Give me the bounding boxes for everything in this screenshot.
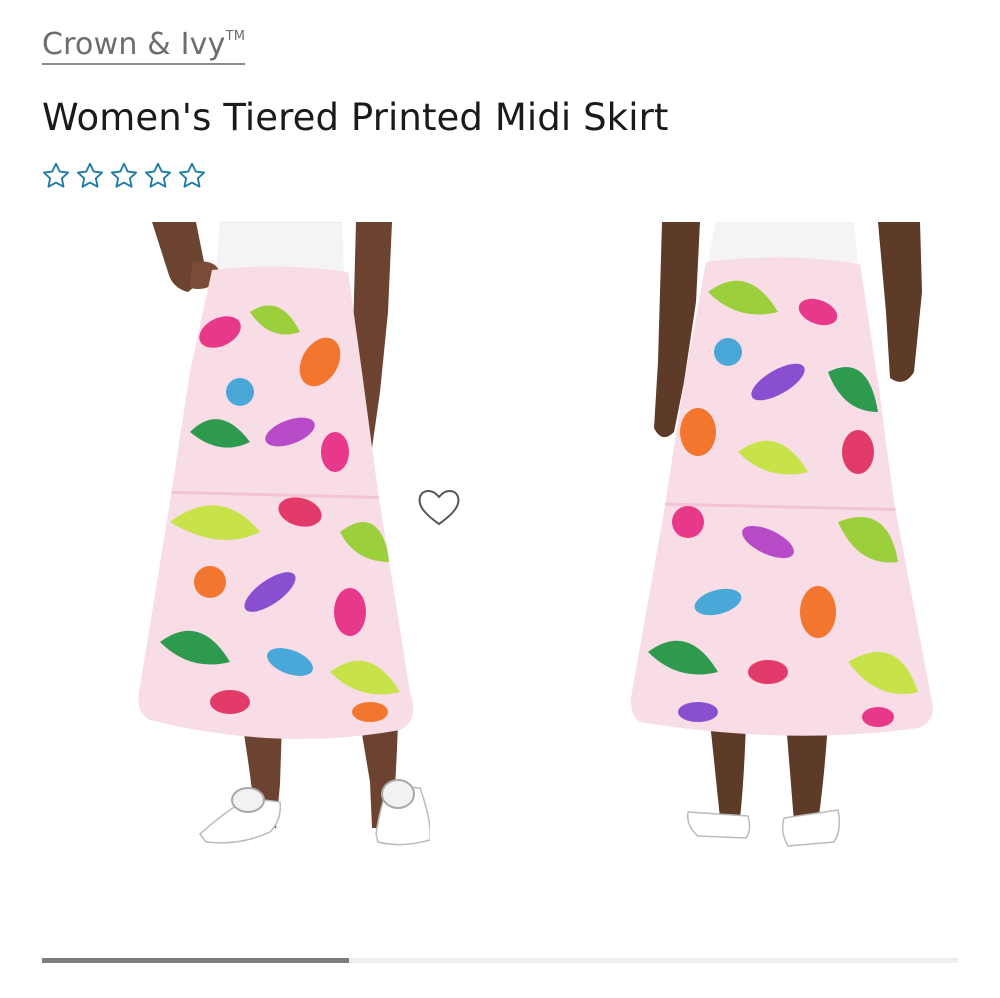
gallery-scroll-thumb[interactable] [42,958,349,963]
star-icon [144,162,172,188]
heart-icon[interactable] [416,486,462,528]
product-image-gallery[interactable] [0,222,1000,882]
product-title: Women's Tiered Printed Midi Skirt [42,96,669,139]
gallery-scroll-track[interactable] [42,958,958,963]
rating-stars[interactable] [40,160,208,192]
star-icon [110,162,138,188]
star-icon [178,162,206,188]
product-page: Crown & IvyTM Women's Tiered Printed Mid… [0,0,1000,998]
brand-trademark: TM [225,29,246,44]
product-image-back[interactable] [628,222,938,872]
skirt-back-illustration [631,222,933,847]
skirt-front-illustration [138,222,430,846]
brand-link[interactable]: Crown & IvyTM [42,20,246,65]
brand-name[interactable]: Crown & Ivy [42,27,226,62]
star-icon [42,162,70,188]
product-image-front[interactable] [130,222,430,872]
star-icon [76,162,104,188]
